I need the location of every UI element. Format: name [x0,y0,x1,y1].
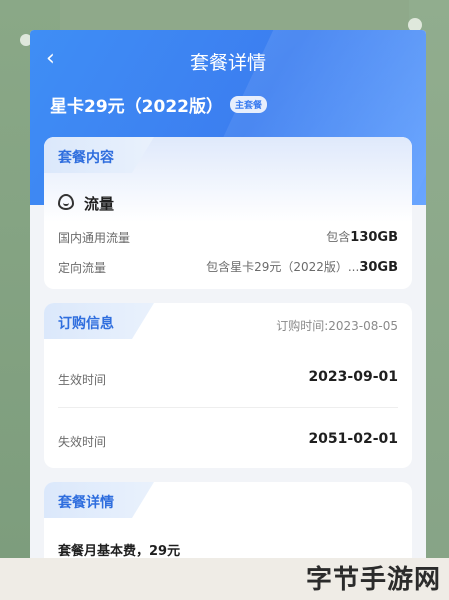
plan-name: 星卡29元（2022版） [50,97,223,117]
value-prefix: 包含 [326,230,351,244]
order-info-card: 订购信息 订购时间:2023-08-05 生效时间 2023-09-01 失效时… [44,303,412,468]
value-prefix: 包含星卡29元（2022版）... [206,260,360,274]
watermark: 字节手游网 [305,565,441,595]
row-label: 定向流量 [58,261,107,275]
package-detail-card: 套餐详情 套餐月基本费，29元 [44,482,412,570]
row-label: 生效时间 [58,373,107,387]
row-value: 2023-09-01 [308,369,398,385]
detail-line: 套餐月基本费，29元 [58,544,181,559]
flow-title: 流量 [84,195,115,213]
row-value: 包含星卡29元（2022版）...30GB [206,258,398,275]
phone-screen: ‹ 套餐详情 星卡29元（2022版） 主套餐 套餐内容 流量 国内通用流量 包… [30,30,426,570]
value-amount: 30GB [359,260,398,275]
package-content-card: 套餐内容 流量 国内通用流量 包含130GB 定向流量 包含星卡29元（2022… [44,137,412,289]
page-title: 套餐详情 [189,52,266,74]
row-value: 包含130GB [326,228,398,245]
divider [58,407,398,408]
section-title: 套餐内容 [58,150,114,166]
flow-icon [58,194,74,210]
row-label: 失效时间 [58,435,107,449]
row-label: 国内通用流量 [58,231,131,245]
order-time: 订购时间:2023-08-05 [276,319,398,333]
value-amount: 130GB [350,230,398,245]
section-title: 套餐详情 [58,495,114,511]
section-title: 订购信息 [58,316,114,332]
plan-badge: 主套餐 [230,96,268,113]
row-value: 2051-02-01 [308,431,398,447]
